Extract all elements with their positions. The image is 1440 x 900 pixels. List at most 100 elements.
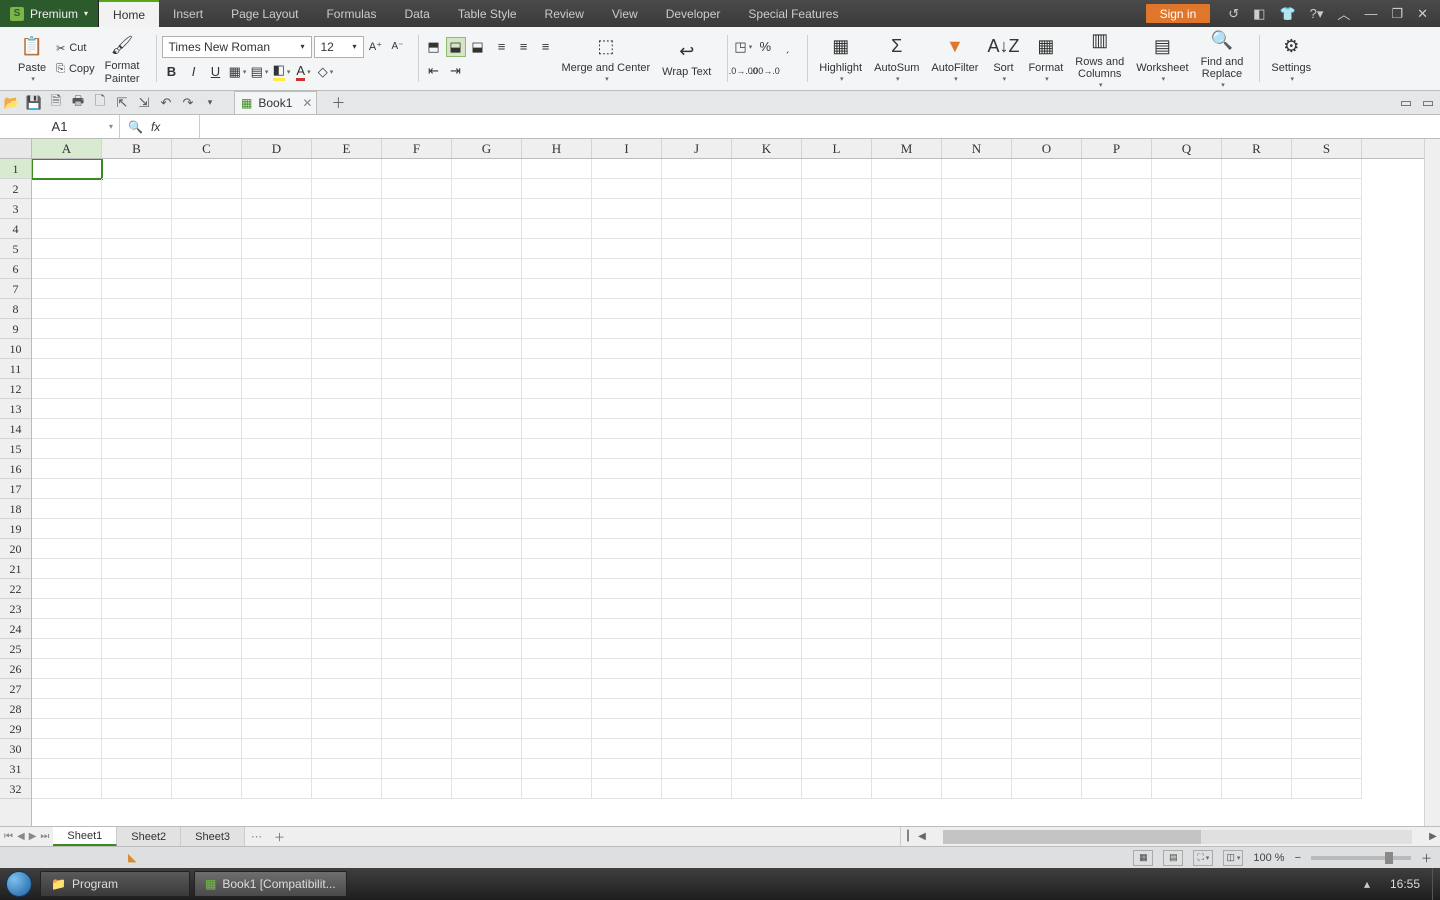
cell[interactable]: [1012, 399, 1082, 419]
cell[interactable]: [1012, 599, 1082, 619]
cell[interactable]: [1292, 719, 1362, 739]
cell[interactable]: [1012, 539, 1082, 559]
cell[interactable]: [1222, 579, 1292, 599]
cell[interactable]: [1222, 559, 1292, 579]
cell[interactable]: [592, 639, 662, 659]
cell[interactable]: [1292, 639, 1362, 659]
cell[interactable]: [662, 579, 732, 599]
cell[interactable]: [522, 419, 592, 439]
cell[interactable]: [1012, 199, 1082, 219]
cell[interactable]: [592, 199, 662, 219]
cell[interactable]: [732, 379, 802, 399]
cell[interactable]: [732, 619, 802, 639]
cell[interactable]: [102, 399, 172, 419]
tab-special-features[interactable]: Special Features: [734, 0, 852, 27]
cell[interactable]: [872, 179, 942, 199]
align-top-button[interactable]: ⬒: [424, 37, 444, 57]
cell[interactable]: [32, 379, 102, 399]
cell[interactable]: [1222, 299, 1292, 319]
cell[interactable]: [32, 779, 102, 799]
cell[interactable]: [172, 559, 242, 579]
column-header[interactable]: A: [32, 139, 102, 158]
cell[interactable]: [522, 779, 592, 799]
cell[interactable]: [312, 279, 382, 299]
cell[interactable]: [312, 659, 382, 679]
cell[interactable]: [242, 339, 312, 359]
zoom-fx-icon[interactable]: 🔍: [128, 120, 143, 134]
cell[interactable]: [1222, 719, 1292, 739]
cell[interactable]: [592, 479, 662, 499]
cell[interactable]: [102, 619, 172, 639]
cell[interactable]: [1012, 279, 1082, 299]
cell[interactable]: [662, 479, 732, 499]
row-header[interactable]: 13: [0, 399, 31, 419]
cell[interactable]: [1292, 779, 1362, 799]
cell[interactable]: [662, 279, 732, 299]
cell[interactable]: [452, 299, 522, 319]
cell[interactable]: [452, 679, 522, 699]
rows-cols-button[interactable]: ▥Rows and Columns: [1069, 26, 1130, 92]
row-header[interactable]: 3: [0, 199, 31, 219]
cell[interactable]: [942, 319, 1012, 339]
taskbar-item[interactable]: ▦Book1 [Compatibilit...: [194, 871, 347, 897]
cell[interactable]: [662, 219, 732, 239]
cell[interactable]: [312, 619, 382, 639]
cell[interactable]: [1012, 179, 1082, 199]
cell[interactable]: [102, 159, 172, 179]
cell[interactable]: [452, 539, 522, 559]
cell[interactable]: [242, 259, 312, 279]
cell[interactable]: [802, 659, 872, 679]
row-header[interactable]: 11: [0, 359, 31, 379]
history-icon[interactable]: ↺: [1228, 6, 1239, 22]
cell[interactable]: [662, 339, 732, 359]
cell[interactable]: [1222, 639, 1292, 659]
cell[interactable]: [32, 679, 102, 699]
cell[interactable]: [1222, 259, 1292, 279]
cell[interactable]: [1012, 339, 1082, 359]
cell[interactable]: [522, 639, 592, 659]
cell[interactable]: [102, 199, 172, 219]
cell[interactable]: [1222, 519, 1292, 539]
cell[interactable]: [592, 259, 662, 279]
cell[interactable]: [872, 559, 942, 579]
cell[interactable]: [1292, 739, 1362, 759]
print-preview-icon[interactable]: 🗋: [92, 95, 108, 111]
row-header[interactable]: 32: [0, 779, 31, 799]
cell[interactable]: [522, 579, 592, 599]
column-header[interactable]: K: [732, 139, 802, 158]
vertical-scrollbar[interactable]: [1424, 139, 1440, 826]
cell[interactable]: [662, 779, 732, 799]
cell[interactable]: [32, 399, 102, 419]
cell[interactable]: [732, 339, 802, 359]
cell[interactable]: [1292, 279, 1362, 299]
cell[interactable]: [1292, 219, 1362, 239]
cell[interactable]: [592, 379, 662, 399]
percent-button[interactable]: %: [755, 37, 775, 57]
cell[interactable]: [1152, 779, 1222, 799]
comma-button[interactable]: ˏ: [777, 37, 797, 57]
tab-home[interactable]: Home: [99, 0, 159, 27]
hscroll-left-icon[interactable]: ◀: [915, 831, 929, 842]
select-all-corner[interactable]: [0, 139, 32, 159]
qat-right-icon1[interactable]: ▭: [1398, 95, 1414, 111]
cell[interactable]: [1082, 319, 1152, 339]
cell[interactable]: [1152, 339, 1222, 359]
cell[interactable]: [382, 259, 452, 279]
cell[interactable]: [32, 559, 102, 579]
cell[interactable]: [312, 459, 382, 479]
column-header[interactable]: R: [1222, 139, 1292, 158]
cell[interactable]: [172, 319, 242, 339]
cell[interactable]: [452, 159, 522, 179]
cell[interactable]: [1152, 559, 1222, 579]
cell[interactable]: [522, 559, 592, 579]
cell[interactable]: [312, 359, 382, 379]
cell[interactable]: [1082, 259, 1152, 279]
cell[interactable]: [802, 699, 872, 719]
cell[interactable]: [732, 539, 802, 559]
cell[interactable]: [942, 679, 1012, 699]
fill-color-button[interactable]: ◧: [272, 62, 292, 82]
cell[interactable]: [802, 719, 872, 739]
cell[interactable]: [32, 759, 102, 779]
cell[interactable]: [1082, 439, 1152, 459]
cell[interactable]: [1152, 279, 1222, 299]
